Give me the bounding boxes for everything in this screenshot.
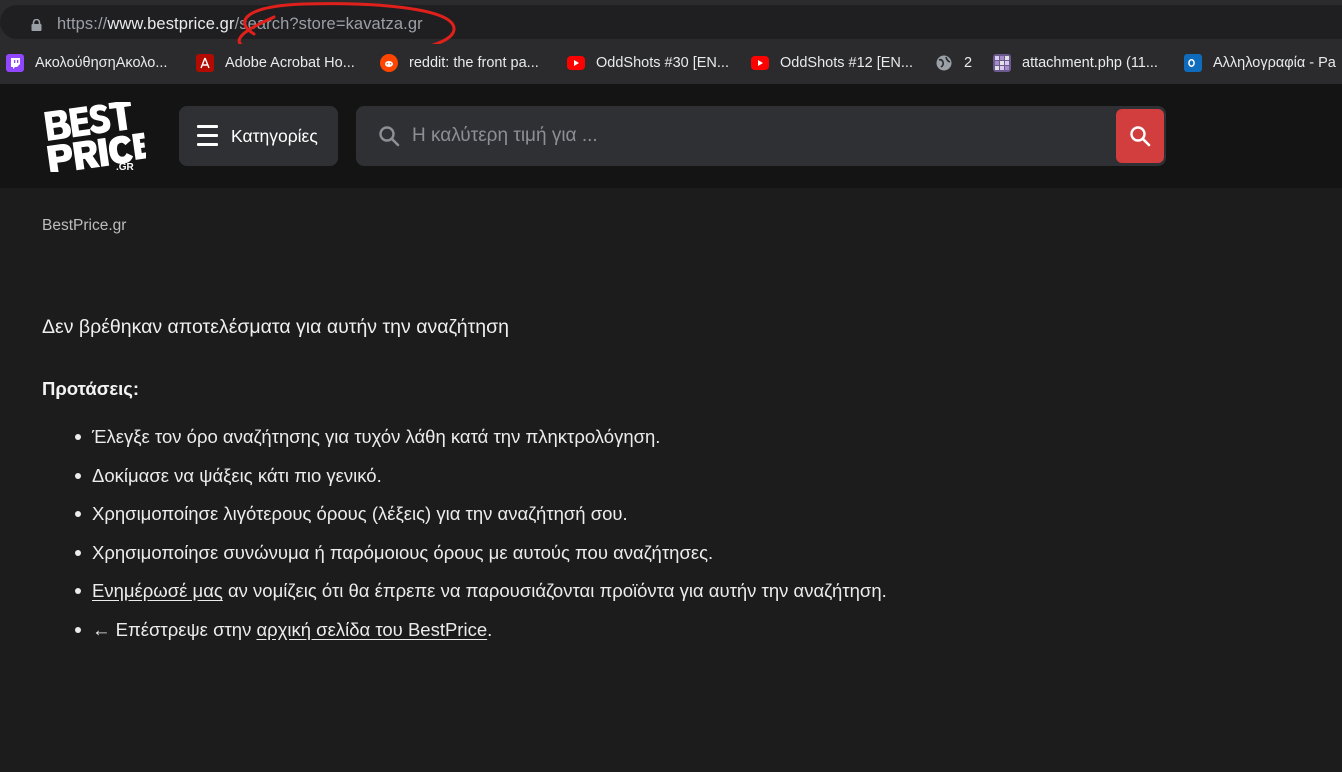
search-bar <box>356 106 1166 166</box>
list-item: Χρησιμοποίησε συνώνυμα ή παρόμοιους όρου… <box>75 540 887 579</box>
bestprice-logo[interactable]: .GR <box>40 102 146 172</box>
homepage-link[interactable]: αρχική σελίδα του BestPrice <box>256 619 487 640</box>
bookmark-label: attachment.php (11... <box>1022 55 1158 71</box>
suggestions-title: Προτάσεις: <box>42 378 140 399</box>
url-field[interactable]: https://www.bestprice.gr/search?store=ka… <box>0 5 1342 39</box>
suggestions-list: Έλεγξε τον όρο αναζήτησης για τυχόν λάθη… <box>75 424 887 656</box>
list-item: Έλεγξε τον όρο αναζήτησης για τυχόν λάθη… <box>75 424 887 463</box>
list-item: Ενημέρωσέ μας αν νομίζεις ότι θα έπρεπε … <box>75 578 887 617</box>
back-prefix: ← Επέστρεψε στην <box>92 618 257 640</box>
site-header: .GR Κατηγορίες <box>0 84 1342 188</box>
bookmark-item[interactable]: Adobe Acrobat Ho... <box>196 52 355 74</box>
list-item: ← Επέστρεψε στην αρχική σελίδα του BestP… <box>75 617 887 656</box>
url-prefix: https:// <box>57 15 108 33</box>
categories-label: Κατηγορίες <box>231 126 318 146</box>
no-results-message: Δεν βρέθηκαν αποτελέσματα για αυτήν την … <box>42 316 510 338</box>
list-item: Δοκίμασε να ψάξεις κάτι πιο γενικό. <box>75 463 887 502</box>
image-icon <box>993 54 1011 72</box>
search-icon <box>379 126 400 147</box>
youtube-icon <box>751 56 769 70</box>
url-host: www.bestprice.gr <box>107 15 235 33</box>
globe-icon <box>935 54 953 72</box>
bookmark-label: 2 <box>964 55 973 71</box>
lock-icon <box>31 19 42 31</box>
bookmark-item[interactable]: OddShots #30 [EN... <box>567 52 729 74</box>
bookmark-item[interactable]: attachment.php (11... <box>993 52 1158 74</box>
list-item: Χρησιμοποίησε λιγότερους όρους (λέξεις) … <box>75 501 887 540</box>
bookmark-label: OddShots #30 [EN... <box>596 55 729 71</box>
bookmark-label: OddShots #12 [EN... <box>780 55 913 71</box>
bookmarks-bar: ΑκολούθησηΑκολο... Adobe Acrobat Ho... r… <box>0 44 1342 84</box>
browser-address-bar: https://www.bestprice.gr/search?store=ka… <box>0 0 1342 59</box>
bookmark-item[interactable]: OddShots #12 [EN... <box>751 52 913 74</box>
notify-us-link[interactable]: Ενημέρωσέ μας <box>92 580 223 601</box>
twitch-icon <box>6 54 24 72</box>
back-suffix: . <box>487 618 493 640</box>
bookmark-label: Αλληλογραφία - Pa <box>1213 55 1336 71</box>
reddit-icon <box>380 54 398 72</box>
youtube-icon <box>567 56 585 70</box>
bookmark-label: reddit: the front pa... <box>409 55 539 71</box>
search-button[interactable] <box>1116 109 1164 163</box>
notify-text: αν νομίζεις ότι θα έπρεπε να παρουσιάζον… <box>222 580 887 601</box>
outlook-icon <box>1184 54 1202 72</box>
bookmark-label: ΑκολούθησηΑκολο... <box>35 55 168 71</box>
bookmark-item[interactable]: ΑκολούθησηΑκολο... <box>6 52 167 74</box>
bookmark-item[interactable]: Αλληλογραφία - Pa <box>1184 52 1336 74</box>
categories-button[interactable]: Κατηγορίες <box>179 106 338 166</box>
bookmark-label: Adobe Acrobat Ho... <box>225 55 355 71</box>
acrobat-icon <box>196 54 214 72</box>
search-input[interactable] <box>412 106 1102 166</box>
hamburger-icon <box>197 125 218 147</box>
svg-text:.GR: .GR <box>116 162 135 172</box>
bookmark-item[interactable]: 2 <box>935 52 972 74</box>
url-path: /search?store=kavatza.gr <box>234 15 423 33</box>
breadcrumb[interactable]: BestPrice.gr <box>42 217 126 235</box>
url-text[interactable]: https://www.bestprice.gr/search?store=ka… <box>57 15 423 34</box>
search-icon <box>1130 126 1151 147</box>
bookmark-item[interactable]: reddit: the front pa... <box>380 52 539 74</box>
